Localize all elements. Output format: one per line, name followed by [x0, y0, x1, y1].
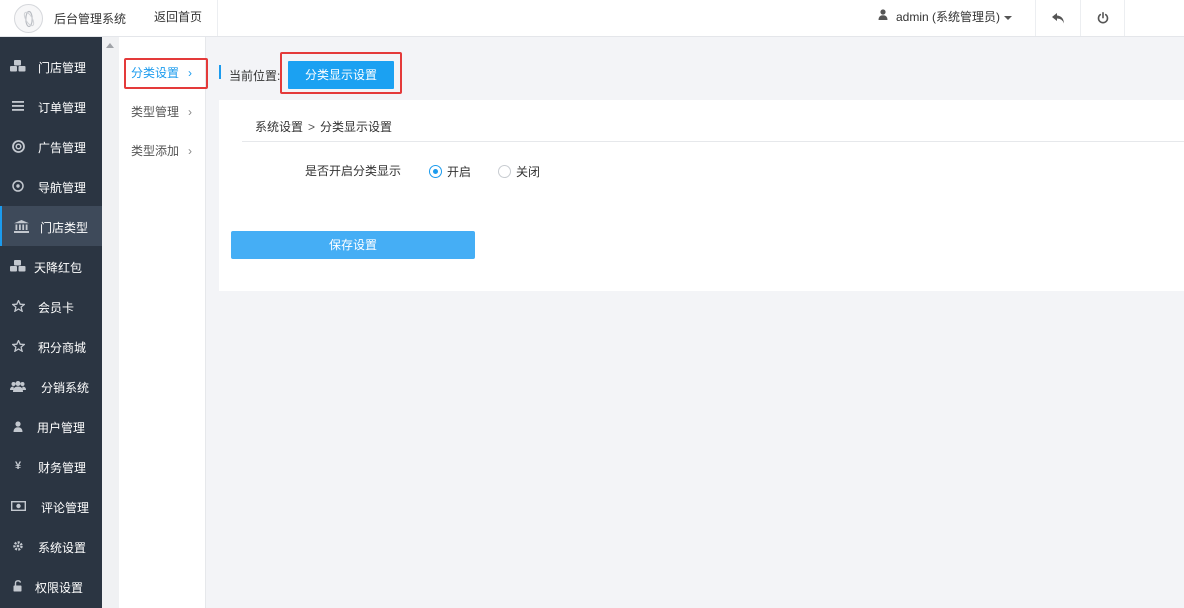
sidebar-item-permissions[interactable]: 权限设置 [0, 566, 102, 606]
category-display-label: 是否开启分类显示 [305, 164, 402, 178]
cubes-icon [10, 259, 26, 273]
lifebuoy-icon [10, 139, 26, 153]
radio-enable-label: 开启 [447, 165, 472, 179]
sidebar-item-distribution[interactable]: 分销系统 [0, 366, 102, 406]
logout-button[interactable] [1081, 0, 1125, 36]
user-icon [878, 0, 888, 34]
sidebar-item-label: 会员卡 [38, 301, 75, 315]
submenu-item-label: 类型管理 [131, 105, 180, 119]
sub-menu: 分类设置 › 类型管理 › 类型添加 › [119, 37, 206, 608]
sidebar-item-label: 广告管理 [38, 141, 87, 155]
sidebar-item-label: 分销系统 [41, 381, 90, 395]
yen-icon: ¥ [14, 460, 22, 472]
sidebar-item-finance[interactable]: ¥ 财务管理 [0, 446, 102, 486]
radio-enable[interactable]: 开启 [429, 163, 471, 180]
users-icon [10, 379, 26, 393]
compass-icon [10, 179, 26, 193]
sidebar-item-label: 门店管理 [38, 61, 87, 75]
current-location-label: 当前位置: [229, 69, 281, 83]
sidebar-item-ad-management[interactable]: 广告管理 [0, 126, 102, 166]
submenu-item-label: 类型添加 [131, 144, 180, 158]
main-sidebar: 门店管理 订单管理 广告管理 导航管理 门店类型 天降红包 会员卡 积分商城 分… [0, 37, 102, 608]
radio-checked-icon[interactable] [429, 165, 442, 178]
sidebar-item-member-card[interactable]: 会员卡 [0, 286, 102, 326]
highlight-box [280, 52, 402, 94]
submenu-item-type-management[interactable]: 类型管理 › [119, 97, 206, 127]
settings-panel: 系统设置 > 分类显示设置 是否开启分类显示 开启 关闭 保存设置 [219, 100, 1184, 291]
breadcrumb-current: 分类显示设置 [320, 120, 393, 134]
sidebar-item-system-settings[interactable]: 系统设置 [0, 526, 102, 566]
sidebar-item-store-management[interactable]: 门店管理 [0, 46, 102, 86]
list-icon [10, 99, 26, 113]
scroll-up-arrow-icon[interactable] [106, 43, 114, 48]
top-header: 后台管理系统 返回首页 admin (系统管理员) [0, 0, 1184, 37]
highlight-box [124, 58, 208, 89]
back-home-link[interactable]: 返回首页 [143, 0, 219, 36]
user-name: admin (系统管理员) [896, 10, 1001, 24]
sidebar-item-label: 积分商城 [38, 341, 87, 355]
sidebar-item-user-management[interactable]: 用户管理 [0, 406, 102, 446]
save-settings-button[interactable]: 保存设置 [231, 231, 475, 259]
sidebar-item-label: 用户管理 [37, 421, 86, 435]
breadcrumb-root[interactable]: 系统设置 [255, 120, 303, 134]
gear-icon [10, 539, 26, 553]
undo-button[interactable] [1037, 0, 1081, 36]
sidebar-item-store-type[interactable]: 门店类型 [0, 206, 102, 246]
radio-disable-label: 关闭 [516, 165, 541, 179]
sidebar-scrollbar[interactable] [102, 37, 119, 608]
user-icon [10, 419, 26, 433]
sidebar-item-label: 评论管理 [41, 501, 90, 515]
chevron-right-icon: › [188, 105, 192, 119]
reply-icon [1052, 12, 1064, 23]
unlock-icon [10, 579, 26, 593]
sidebar-item-order-management[interactable]: 订单管理 [0, 86, 102, 126]
submenu-item-type-add[interactable]: 类型添加 › [119, 136, 206, 166]
chevron-right-icon: › [188, 144, 192, 158]
logo-icon [14, 4, 43, 33]
sidebar-item-red-packet[interactable]: 天降红包 [0, 246, 102, 286]
radio-unchecked-icon[interactable] [498, 165, 511, 178]
power-icon [1097, 12, 1108, 24]
sidebar-item-label: 权限设置 [35, 581, 84, 595]
radio-disable[interactable]: 关闭 [498, 163, 540, 180]
app-title: 后台管理系统 [54, 12, 127, 26]
breadcrumb: 系统设置 > 分类显示设置 [255, 118, 392, 135]
sidebar-item-label: 门店类型 [40, 221, 89, 235]
bank-icon [13, 219, 29, 233]
cubes-icon [10, 59, 26, 73]
money-icon [10, 499, 26, 513]
sidebar-item-nav-management[interactable]: 导航管理 [0, 166, 102, 206]
sidebar-item-label: 导航管理 [38, 181, 87, 195]
star-icon [10, 299, 26, 313]
divider [242, 141, 1184, 142]
sidebar-item-label: 财务管理 [38, 461, 87, 475]
user-menu[interactable]: admin (系统管理员) [866, 0, 1036, 36]
crumb-accent-bar [219, 65, 221, 79]
chevron-down-icon [1004, 15, 1013, 20]
breadcrumb-separator: > [308, 120, 316, 134]
sidebar-item-comments[interactable]: 评论管理 [0, 486, 102, 526]
sidebar-item-label: 系统设置 [38, 541, 87, 555]
sidebar-item-points-mall[interactable]: 积分商城 [0, 326, 102, 366]
star-icon [10, 339, 26, 353]
sidebar-item-label: 天降红包 [34, 261, 83, 275]
sidebar-item-label: 订单管理 [38, 101, 87, 115]
